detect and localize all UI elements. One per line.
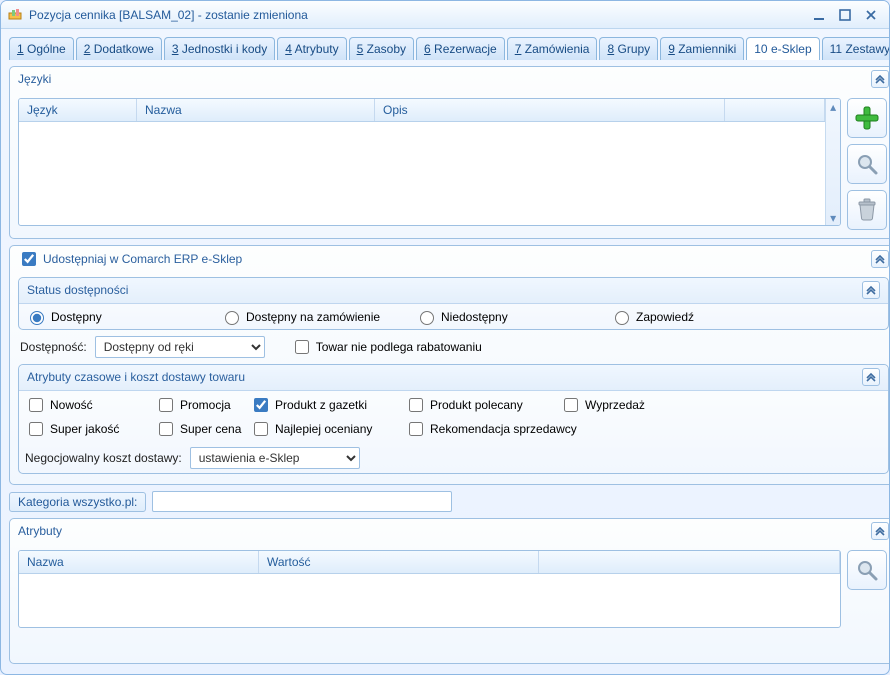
languages-header: Języki <box>10 67 890 92</box>
delete-language-button[interactable] <box>847 190 887 230</box>
chevron-up-icon <box>875 254 885 264</box>
languages-panel: Języki Język Nazwa <box>9 66 890 239</box>
check-promo[interactable]: Promocja <box>155 395 250 415</box>
attributes-header: Atrybuty <box>10 519 890 544</box>
share-header: Udostępniaj w Comarch ERP e-Sklep <box>10 246 890 273</box>
check-gazette[interactable]: Produkt z gazetki <box>250 395 405 415</box>
minimize-button[interactable] <box>807 6 831 24</box>
collapse-button[interactable] <box>871 522 889 540</box>
tab-dodatkowe[interactable]: 2 Dodatkowe <box>76 37 162 60</box>
column-attr-extra <box>539 551 840 573</box>
window-buttons <box>807 6 883 24</box>
no-rebate-checkbox[interactable]: Towar nie podlega rabatowaniu <box>291 337 482 357</box>
check-super-quality[interactable]: Super jakość <box>25 419 155 439</box>
column-jezyk[interactable]: Język <box>19 99 137 121</box>
kategoria-label-button[interactable]: Kategoria wszystko.pl: <box>9 492 146 512</box>
title-bar: Pozycja cennika [BALSAM_02] - zostanie z… <box>1 1 889 29</box>
column-extra <box>725 99 825 121</box>
status-panel: Status dostępności Dostępny Dostępny na … <box>18 277 889 330</box>
languages-grid-header: Język Nazwa Opis <box>19 99 825 122</box>
time-attributes-panel: Atrybuty czasowe i koszt dostawy towaru … <box>18 364 889 474</box>
column-attr-value[interactable]: Wartość <box>259 551 539 573</box>
languages-buttons <box>847 98 889 230</box>
delivery-cost-select[interactable]: ustawienia e-Sklep <box>190 447 360 469</box>
tab-rezerwacje[interactable]: 6 Rezerwacje <box>416 37 505 60</box>
app-icon <box>7 7 23 23</box>
column-nazwa[interactable]: Nazwa <box>137 99 375 121</box>
kategoria-input[interactable] <box>152 491 452 512</box>
share-checkbox-input[interactable] <box>22 252 36 266</box>
scroll-up-icon[interactable]: ▴ <box>826 99 840 114</box>
close-window-button[interactable] <box>859 6 883 24</box>
delivery-cost-label: Negocjowalny koszt dostawy: <box>25 451 182 465</box>
time-attributes-header: Atrybuty czasowe i koszt dostawy towaru <box>19 365 888 391</box>
lookup-language-button[interactable] <box>847 144 887 184</box>
chevron-up-icon <box>875 74 885 84</box>
column-opis[interactable]: Opis <box>375 99 725 121</box>
check-seller-rec[interactable]: Rekomendacja sprzedawcy <box>405 419 645 439</box>
share-panel: Udostępniaj w Comarch ERP e-Sklep Status… <box>9 245 890 485</box>
magnifier-icon <box>855 152 879 176</box>
tab-zamienniki[interactable]: 9 Zamienniki <box>660 37 744 60</box>
chevron-up-icon <box>866 285 876 295</box>
check-sale[interactable]: Wyprzedaż <box>560 395 680 415</box>
window-title: Pozycja cennika [BALSAM_02] - zostanie z… <box>29 8 807 22</box>
availability-select[interactable]: Dostępny od ręki <box>95 336 265 358</box>
languages-grid-body <box>19 122 825 225</box>
tab-esklep[interactable]: 10 e-Sklep <box>746 37 819 60</box>
radio-announcement[interactable]: Zapowiedź <box>610 308 780 325</box>
check-recommended[interactable]: Produkt polecany <box>405 395 560 415</box>
magnifier-icon <box>855 558 879 582</box>
tab-zestawy[interactable]: 11 Zestawy <box>822 37 890 60</box>
tab-jednostki[interactable]: 3 Jednostki i kody <box>164 37 275 60</box>
tab-strip: 1 Ogólne 2 Dodatkowe 3 Jednostki i kody … <box>9 37 890 60</box>
attributes-title: Atrybuty <box>18 524 62 538</box>
collapse-button[interactable] <box>862 368 880 386</box>
collapse-button[interactable] <box>871 70 889 88</box>
check-novelty[interactable]: Nowość <box>25 395 155 415</box>
availability-label: Dostępność: <box>20 340 87 354</box>
share-checkbox[interactable]: Udostępniaj w Comarch ERP e-Sklep <box>18 249 242 269</box>
time-attributes-title: Atrybuty czasowe i koszt dostawy towaru <box>27 370 245 384</box>
tab-grupy[interactable]: 8 Grupy <box>599 37 658 60</box>
column-attr-name[interactable]: Nazwa <box>19 551 259 573</box>
radio-unavailable[interactable]: Niedostępny <box>415 308 610 325</box>
trash-icon <box>856 198 878 222</box>
add-language-button[interactable] <box>847 98 887 138</box>
tab-zamowienia[interactable]: 7 Zamówienia <box>507 37 598 60</box>
check-best-rated[interactable]: Najlepiej oceniany <box>250 419 405 439</box>
radio-available[interactable]: Dostępny <box>25 308 220 325</box>
attributes-panel: Atrybuty Nazwa Wartość <box>9 518 890 664</box>
lookup-attribute-button[interactable] <box>847 550 887 590</box>
collapse-button[interactable] <box>871 250 889 268</box>
scroll-down-icon[interactable]: ▾ <box>826 210 840 225</box>
maximize-button[interactable] <box>833 6 857 24</box>
status-header: Status dostępności <box>19 278 888 304</box>
check-super-price[interactable]: Super cena <box>155 419 250 439</box>
attributes-grid-header: Nazwa Wartość <box>19 551 840 574</box>
languages-grid[interactable]: Język Nazwa Opis ▴ <box>18 98 841 226</box>
tab-ogolne[interactable]: 1 Ogólne <box>9 37 74 60</box>
share-label: Udostępniaj w Comarch ERP e-Sklep <box>43 252 242 266</box>
vertical-scrollbar[interactable]: ▴ ▾ <box>825 99 840 225</box>
radio-onorder[interactable]: Dostępny na zamówienie <box>220 308 415 325</box>
attributes-grid[interactable]: Nazwa Wartość <box>18 550 841 628</box>
chevron-up-icon <box>866 372 876 382</box>
body: 1 Ogólne 2 Dodatkowe 3 Jednostki i kody … <box>1 29 889 674</box>
plus-icon <box>854 105 880 131</box>
kategoria-row: Kategoria wszystko.pl: <box>9 491 890 512</box>
languages-title: Języki <box>18 72 51 86</box>
tab-zasoby[interactable]: 5 Zasoby <box>349 37 414 60</box>
app-window: Pozycja cennika [BALSAM_02] - zostanie z… <box>0 0 890 675</box>
collapse-button[interactable] <box>862 281 880 299</box>
status-title: Status dostępności <box>27 283 128 297</box>
main-column: 1 Ogólne 2 Dodatkowe 3 Jednostki i kody … <box>9 37 890 664</box>
tab-atrybuty[interactable]: 4 Atrybuty <box>277 37 346 60</box>
chevron-up-icon <box>875 526 885 536</box>
